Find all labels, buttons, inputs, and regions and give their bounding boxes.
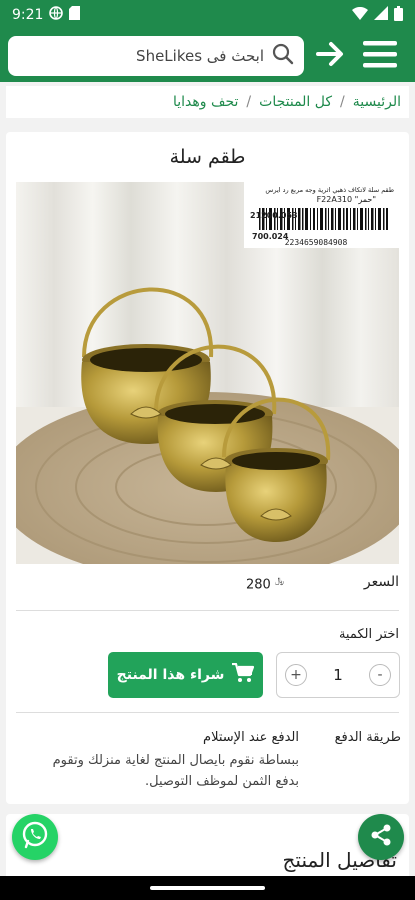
label-code-1: 21200.053: [250, 211, 298, 220]
divider: [16, 610, 399, 611]
menu-icon: [363, 40, 397, 72]
currency-symbol: ﷼: [274, 576, 284, 585]
barcode-number: 2234659084908: [285, 238, 348, 247]
price-value: 280 ﷼: [246, 576, 284, 592]
signal-icon: [374, 6, 388, 24]
app-bar: ابحث فى SheLikes: [0, 30, 415, 82]
label-code-2: 700.024: [252, 232, 289, 241]
quantity-label: اختر الكمية: [338, 627, 399, 642]
search-placeholder: ابحث فى SheLikes: [136, 47, 264, 65]
quantity-stepper: + 1 -: [276, 652, 400, 698]
search-input[interactable]: ابحث فى SheLikes: [8, 36, 304, 76]
globe-icon: [49, 6, 64, 24]
buy-button-label: شراء هذا المنتج: [116, 667, 225, 683]
product-card: طقم سلة طقم سلة لاتكاف ذهبي اثرية وجه مر…: [6, 132, 409, 804]
system-navigation-bar: [0, 876, 415, 900]
share-icon: [369, 823, 393, 851]
home-gesture-handle[interactable]: [150, 886, 265, 890]
whatsapp-button[interactable]: [12, 814, 58, 860]
breadcrumb-category[interactable]: تحف وهدايا: [173, 94, 238, 110]
share-button[interactable]: [358, 814, 404, 860]
sim-icon: [69, 6, 81, 24]
breadcrumb-separator: /: [246, 94, 252, 110]
label-text-line-2: F22A310 "حمر": [317, 195, 376, 204]
arrow-right-icon: [316, 41, 346, 71]
status-time: 9:21: [12, 7, 44, 23]
quantity-decrease-button[interactable]: -: [368, 664, 391, 686]
breadcrumb-all-products[interactable]: كل المنتجات: [259, 94, 332, 110]
menu-button[interactable]: [358, 36, 402, 76]
product-image[interactable]: طقم سلة لاتكاف ذهبي اثرية وجه مربع رد اي…: [16, 182, 399, 564]
whatsapp-icon: [20, 820, 50, 854]
buy-button[interactable]: شراء هذا المنتج: [108, 652, 263, 698]
breadcrumb-separator: /: [340, 94, 345, 110]
price-amount: 280: [246, 577, 271, 593]
quantity-value[interactable]: 1: [333, 666, 343, 684]
search-icon: [272, 43, 294, 69]
payment-method-label: طريقة الدفع: [334, 730, 401, 745]
forward-button[interactable]: [312, 36, 350, 76]
label-text-line-1: طقم سلة لاتكاف ذهبي اثرية وجه مربع رد اي…: [265, 186, 394, 194]
price-label: السعر: [363, 574, 399, 590]
product-title: طقم سلة: [169, 146, 246, 168]
status-bar: 9:21: [0, 0, 415, 30]
wifi-icon: [352, 6, 368, 24]
product-details-section: تفاصيل المنتج: [6, 814, 409, 884]
battery-icon: [394, 5, 403, 25]
divider: [16, 712, 399, 713]
breadcrumb-home[interactable]: الرئيسية: [353, 94, 401, 110]
quantity-increase-button[interactable]: +: [285, 664, 307, 686]
payment-method-description: ببساطة نقوم بايصال المنتج لغاية منزلك وت…: [52, 753, 299, 789]
cart-icon: [232, 662, 255, 687]
payment-method-title: الدفع عند الإستلام: [203, 730, 299, 745]
breadcrumb: الرئيسية / كل المنتجات / تحف وهدايا: [6, 86, 409, 118]
